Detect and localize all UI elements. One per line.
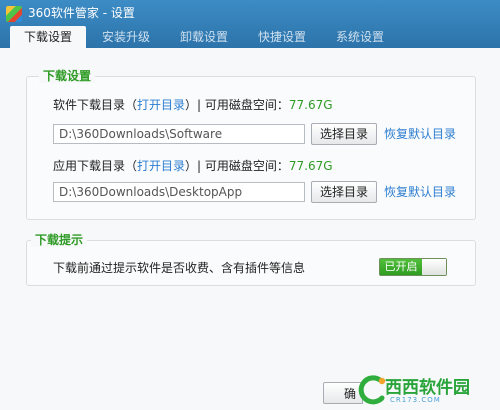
watermark-text: 西西软件园 <box>385 378 470 398</box>
app-logo-icon <box>6 6 22 22</box>
software-dir-row: 软件下载目录（打开目录）| 可用磁盘空间：77.67G <box>53 97 333 113</box>
toggle-on-label: 已开启 <box>380 259 422 275</box>
software-space-label: ）| 可用磁盘空间： <box>185 98 289 112</box>
tab-shortcut-settings[interactable]: 快捷设置 <box>244 26 320 48</box>
download-tips-title: 下载提示 <box>31 233 88 247</box>
app-restore-default-link[interactable]: 恢复默认目录 <box>384 184 456 200</box>
tab-uninstall-settings[interactable]: 卸载设置 <box>166 26 242 48</box>
app-space-value: 77.67G <box>288 159 333 173</box>
software-restore-default-link[interactable]: 恢复默认目录 <box>384 126 456 142</box>
app-open-dir-link[interactable]: 打开目录 <box>137 159 185 173</box>
watermark: 西西软件园 CR173.COM <box>356 374 496 406</box>
tab-system-settings[interactable]: 系统设置 <box>322 26 398 48</box>
app-path-input[interactable] <box>53 182 305 202</box>
tab-bar: 下载设置 安装升级 卸载设置 快捷设置 系统设置 <box>10 26 398 48</box>
software-dir-label: 软件下载目录（ <box>53 98 138 112</box>
title-bar: 360软件管家 - 设置 下载设置 安装升级 卸载设置 快捷设置 系统设置 <box>0 0 500 48</box>
watermark-subtext: CR173.COM <box>390 396 441 404</box>
download-tips-toggle[interactable]: 已开启 <box>379 258 447 276</box>
tab-install-upgrade[interactable]: 安装升级 <box>88 26 164 48</box>
software-path-input[interactable] <box>53 124 305 144</box>
toggle-knob <box>422 259 446 275</box>
tab-download-settings[interactable]: 下载设置 <box>10 26 86 48</box>
window-title: 360软件管家 - 设置 <box>28 6 135 20</box>
download-settings-title: 下载设置 <box>39 69 96 83</box>
app-space-label: ）| 可用磁盘空间： <box>185 159 289 173</box>
app-choose-dir-button[interactable]: 选择目录 <box>311 181 377 203</box>
app-dir-label: 应用下载目录（ <box>53 159 138 173</box>
download-tips-description: 下载前通过提示软件是否收费、含有插件等信息 <box>53 261 306 275</box>
software-space-value: 77.67G <box>288 98 333 112</box>
app-dir-row: 应用下载目录（打开目录）| 可用磁盘空间：77.67G <box>53 158 333 174</box>
software-open-dir-link[interactable]: 打开目录 <box>137 98 185 112</box>
software-choose-dir-button[interactable]: 选择目录 <box>311 123 377 145</box>
download-settings-section: 下载设置 软件下载目录（打开目录）| 可用磁盘空间：77.67G 选择目录 恢复… <box>26 69 476 220</box>
